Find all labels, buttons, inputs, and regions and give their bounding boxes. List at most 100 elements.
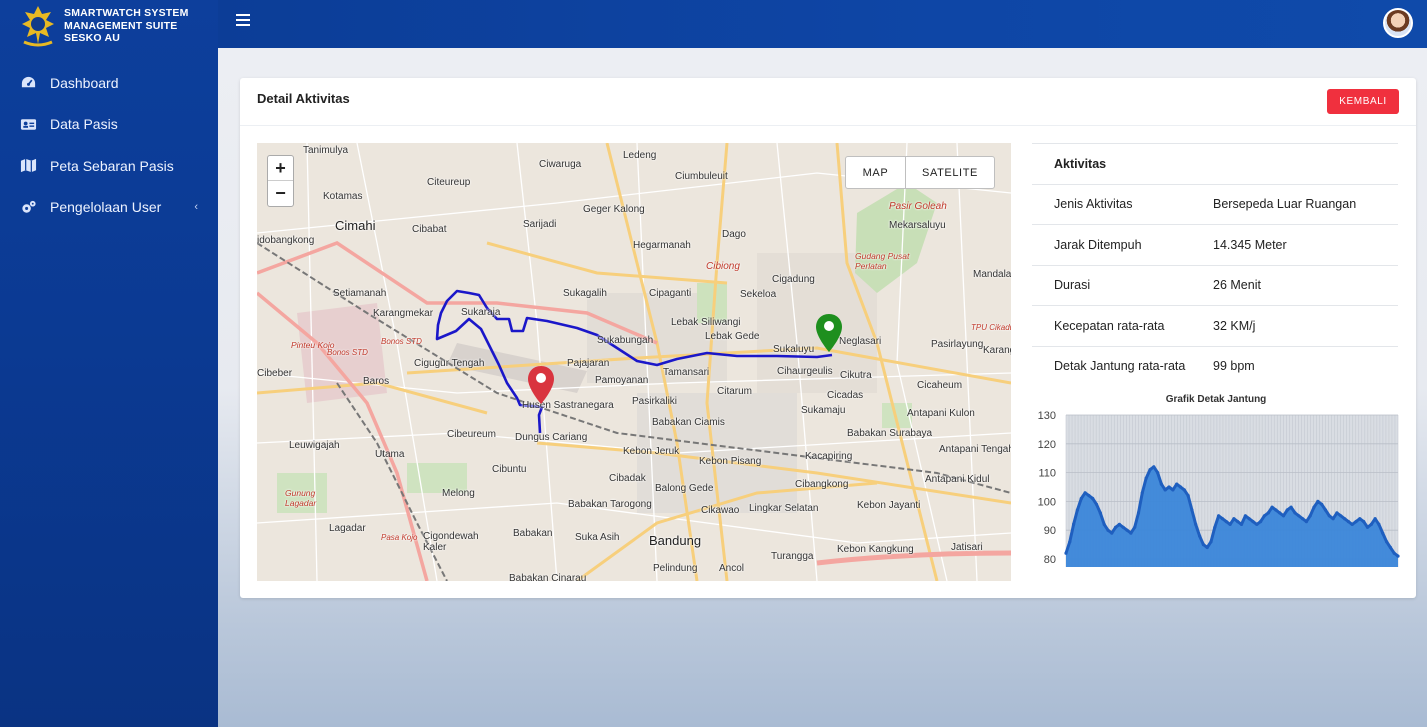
heart-rate-point <box>1186 494 1190 498</box>
heart-rate-point <box>1251 520 1255 524</box>
map-label: Cibeber <box>257 368 293 379</box>
map-label: Utama <box>375 449 405 460</box>
map-label: Suka Asih <box>575 532 620 543</box>
map-label: Antapani Kidul <box>925 474 990 485</box>
back-button[interactable]: KEMBALI <box>1327 89 1399 114</box>
map-label: Tamansari <box>663 367 710 378</box>
map-label: Babakan Surabaya <box>847 428 933 439</box>
heart-rate-point <box>1320 502 1324 506</box>
map-label: TPU Cikadut <box>971 323 1011 332</box>
map-label: idobangkong <box>257 235 315 246</box>
route-map[interactable]: Tanimulya Ciwaruga Ledeng Ciumbuleuit Ko… <box>257 143 1011 581</box>
heart-rate-point <box>1281 514 1286 518</box>
heart-rate-point <box>1278 511 1282 515</box>
heart-rate-point <box>1110 531 1114 535</box>
heart-rate-point <box>1266 511 1270 515</box>
sidebar-item-peta-sebaran-pasis[interactable]: Peta Sebaran Pasis <box>0 145 218 187</box>
map-label: Balong Gede <box>655 483 714 494</box>
heart-rate-point <box>1369 522 1373 526</box>
heart-rate-point <box>1213 525 1217 529</box>
map-label: Pasirkaliki <box>632 396 678 407</box>
heart-rate-point <box>1293 511 1297 515</box>
map-label: Cibuntu <box>492 464 527 475</box>
zoom-in-button[interactable]: + <box>268 156 293 181</box>
heart-rate-point <box>1167 485 1171 489</box>
info-value: 99 bpm <box>1213 359 1255 374</box>
zoom-control: + − <box>267 155 294 207</box>
map-label: Pamoyanan <box>595 375 649 386</box>
info-row: Kecepatan rata-rata 32 KM/j <box>1032 305 1398 346</box>
map-label: Lagadar <box>329 523 366 534</box>
heart-rate-point <box>1121 525 1125 529</box>
map-label: Kacapiring <box>805 451 853 462</box>
heart-rate-point <box>1232 517 1236 521</box>
heart-rate-point <box>1209 540 1213 544</box>
heart-rate-point <box>1358 517 1362 521</box>
zoom-out-button[interactable]: − <box>268 181 293 206</box>
heart-rate-point <box>1198 534 1202 538</box>
sidebar-item-data-pasis[interactable]: Data Pasis <box>0 104 218 146</box>
map-label: Ledeng <box>623 150 657 161</box>
map-label: Cihaurgeulis <box>777 366 833 377</box>
y-tick-label: 120 <box>1038 439 1056 451</box>
map-label: Sarijadi <box>523 219 557 230</box>
heart-rate-point <box>1385 540 1389 544</box>
heart-rate-point <box>1339 514 1343 518</box>
map-label: Cibangkong <box>795 479 849 490</box>
map-layer-button[interactable]: MAP <box>846 157 906 188</box>
brand[interactable]: SMARTWATCH SYSTEM MANAGEMENT SUITE SESKO… <box>0 0 218 52</box>
heart-rate-point <box>1381 531 1385 535</box>
map-label: Ciwaruga <box>539 159 582 170</box>
heart-rate-point <box>1289 505 1293 509</box>
heart-rate-point <box>1297 514 1301 518</box>
heart-rate-point <box>1163 488 1167 492</box>
map-label: Kebon Jayanti <box>857 500 921 511</box>
map-label: Babakan Ciamis <box>652 417 725 428</box>
map-label: Babakan <box>513 528 553 539</box>
sidebar: SMARTWATCH SYSTEM MANAGEMENT SUITE SESKO… <box>0 0 218 727</box>
heart-rate-point <box>1274 508 1278 512</box>
hamburger-menu-icon[interactable] <box>236 14 250 26</box>
map-label: Cibeureum <box>447 429 496 440</box>
map-label: Karang <box>983 345 1011 356</box>
heart-rate-point <box>1129 531 1133 535</box>
heart-rate-chart-svg: 80 90 100 110 120 130 <box>1038 410 1400 567</box>
info-value: 26 Menit <box>1213 278 1261 293</box>
sidebar-item-dashboard[interactable]: Dashboard <box>0 62 218 104</box>
map-label: Sukabungah <box>597 335 654 346</box>
heart-rate-point <box>1270 505 1274 509</box>
map-label: Ciumbuleuit <box>675 171 728 182</box>
heart-rate-point <box>1259 520 1263 524</box>
heart-rate-point <box>1140 491 1144 495</box>
map-label: Cigondewah Kaler <box>423 531 479 553</box>
info-row: Jenis Aktivitas Bersepeda Luar Ruangan <box>1032 183 1398 225</box>
user-avatar[interactable] <box>1383 8 1413 38</box>
start-marker-icon[interactable] <box>527 365 555 405</box>
map-label: Antapani Kulon <box>907 408 975 419</box>
heart-rate-point <box>1224 520 1228 524</box>
sidebar-item-pengelolaan-user[interactable]: Pengelolaan User ‹ <box>0 187 218 229</box>
satellite-layer-button[interactable]: SATELITE <box>906 157 994 188</box>
map-label: Cigadung <box>772 274 815 285</box>
map-label: Kotamas <box>323 191 363 202</box>
heart-rate-point <box>1377 522 1381 526</box>
info-row: Jarak Ditempuh 14.345 Meter <box>1032 224 1398 265</box>
heart-rate-point <box>1098 511 1102 515</box>
map-label: Sukagalih <box>563 288 607 299</box>
map-label: Kebon Pisang <box>699 456 762 467</box>
heart-rate-point <box>1194 522 1198 526</box>
map-label: Karangmekar <box>373 308 434 319</box>
heart-rate-point <box>1362 520 1366 524</box>
map-label: Cibiong <box>706 261 740 272</box>
heart-rate-point <box>1075 508 1079 512</box>
heart-rate-point <box>1350 522 1354 526</box>
info-key: Detak Jantung rata-rata <box>1054 359 1186 374</box>
chevron-left-icon[interactable]: ‹ <box>194 201 198 213</box>
end-marker-icon[interactable] <box>815 313 843 353</box>
heart-rate-point <box>1236 520 1240 524</box>
map-label: Ancol <box>719 563 745 574</box>
info-row: Durasi 26 Menit <box>1032 264 1398 306</box>
map-label: Kebon Kangkung <box>837 544 914 555</box>
heart-rate-point <box>1262 514 1266 518</box>
y-tick-label: 80 <box>1044 554 1056 566</box>
